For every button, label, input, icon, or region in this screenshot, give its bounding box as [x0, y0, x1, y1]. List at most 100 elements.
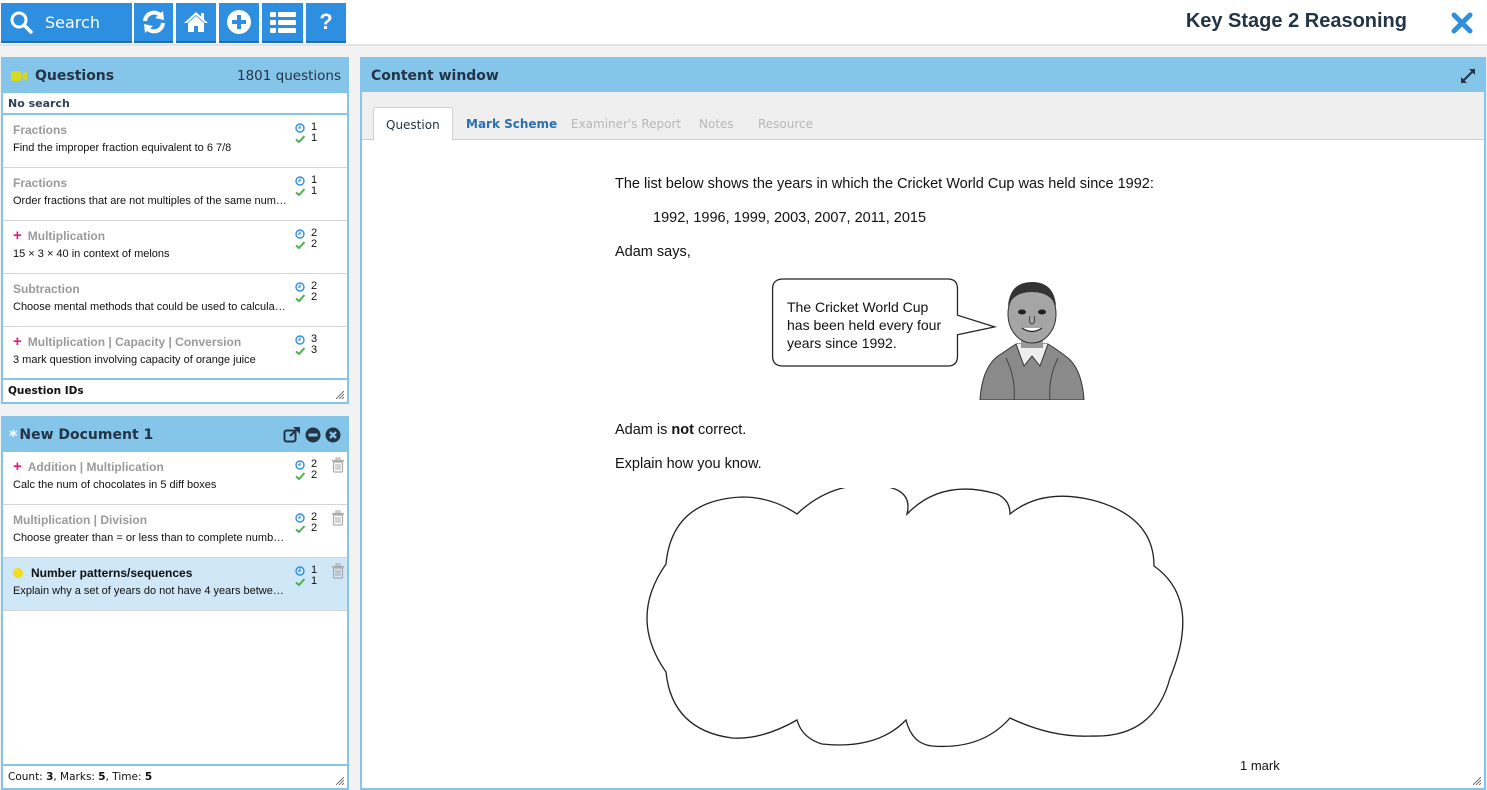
check-icon — [295, 187, 305, 196]
marks-value: 2 — [311, 469, 318, 481]
open-external-button[interactable] — [283, 427, 301, 443]
question-list-item[interactable]: Fractions Order fractions that are not mu… — [3, 168, 347, 221]
statement-text: Adam is — [615, 422, 672, 438]
statement-emphasis: not — [671, 422, 694, 438]
question-list-item[interactable]: Subtraction Choose mental methods that co… — [3, 274, 347, 327]
question-description: Choose mental methods that could be used… — [13, 301, 286, 313]
question-topic: Number patterns/sequences — [13, 566, 337, 580]
years-list: 1992, 1996, 1999, 2003, 2007, 2011, 2015 — [653, 210, 927, 226]
question-intro: The list below shows the years in which … — [615, 176, 1154, 192]
tab-examiners-report: Examiner's Report — [571, 117, 682, 131]
questions-count: 1801 questions — [236, 68, 341, 84]
close-button[interactable] — [1449, 10, 1475, 36]
question-meta: 22 — [295, 512, 317, 534]
expand-icon — [1461, 68, 1475, 83]
clock-icon — [295, 281, 305, 292]
search-button[interactable]: Search — [1, 3, 132, 43]
search-status: No search — [3, 93, 347, 115]
tab-resource: Resource — [758, 117, 814, 131]
list-button[interactable] — [262, 3, 303, 43]
check-icon — [295, 577, 305, 586]
topic-label: Addition | Multiplication — [27, 460, 164, 474]
topic-label: Multiplication — [27, 229, 106, 243]
question-list-item[interactable]: + Addition | Multiplication Calc the num o… — [3, 452, 347, 505]
resize-grip-icon[interactable] — [336, 777, 344, 785]
delete-button[interactable] — [331, 563, 345, 583]
question-list-item[interactable]: Number patterns/sequences Explain why a s… — [3, 558, 347, 611]
refresh-button[interactable] — [134, 3, 173, 43]
document-panel: * New Document 1 + Addition | Multiplicat… — [1, 416, 349, 790]
question-topic: + Multiplication — [13, 227, 337, 244]
question-topic: + Addition | Multiplication — [13, 458, 337, 475]
marks-value: 1 — [311, 132, 318, 144]
adam-statement: Adam is not correct. — [615, 422, 746, 438]
refresh-icon — [142, 10, 165, 34]
question-list-item[interactable]: Fractions Find the improper fraction equi… — [3, 115, 347, 168]
bubble-line: The Cricket World Cup — [787, 299, 929, 315]
home-button[interactable] — [176, 3, 216, 43]
check-icon — [295, 293, 305, 302]
delete-button[interactable] — [331, 510, 345, 530]
check-icon — [295, 240, 305, 249]
check-icon — [295, 134, 305, 143]
bubble-line: years since 1992. — [787, 335, 897, 351]
resize-grip-icon[interactable] — [336, 391, 344, 399]
topic-label: Fractions — [13, 176, 68, 190]
document-list[interactable]: + Addition | Multiplication Calc the num o… — [3, 452, 347, 752]
expand-button[interactable] — [1460, 68, 1476, 84]
question-description: Find the improper fraction equivalent to… — [13, 142, 232, 154]
topic-label: Multiplication | Capacity | Conversion — [27, 335, 242, 349]
plus-marker-icon: + — [13, 458, 22, 475]
minimize-button[interactable] — [305, 427, 321, 443]
question-description: 15 × 3 × 40 in context of melons — [13, 248, 170, 260]
questions-list[interactable]: Fractions Find the improper fraction equi… — [3, 115, 347, 377]
close-icon — [1451, 12, 1473, 34]
trash-icon — [332, 563, 344, 579]
question-list-item[interactable]: Multiplication | Division Choose greater … — [3, 505, 347, 558]
question-topic: Fractions — [13, 176, 337, 190]
topic-label: Fractions — [13, 123, 68, 137]
question-ids-label: Question IDs — [8, 385, 84, 397]
add-button[interactable] — [219, 3, 259, 43]
help-button[interactable]: ? — [306, 3, 346, 43]
marks-value: 1 — [311, 185, 318, 197]
plus-marker-icon: + — [13, 227, 22, 244]
app-title: Key Stage 2 Reasoning — [1185, 10, 1407, 32]
document-panel-header: * New Document 1 — [3, 418, 347, 452]
marks-value: 3 — [311, 344, 318, 356]
document-title: New Document 1 — [19, 427, 154, 443]
bubble-line: has been held every four — [787, 317, 942, 333]
check-icon — [295, 346, 305, 355]
question-topic: + Multiplication | Capacity | Conversion — [13, 333, 337, 350]
marks-label: , Marks: — [53, 771, 99, 783]
home-icon — [184, 12, 208, 32]
question-ids-footer: Question IDs — [3, 378, 347, 402]
close-document-button[interactable] — [325, 427, 341, 443]
answer-cloud[interactable] — [642, 488, 1212, 750]
boy-illustration — [979, 282, 1085, 400]
question-meta: 33 — [295, 334, 317, 356]
question-topic: Multiplication | Division — [13, 513, 337, 527]
question-meta: 11 — [295, 175, 317, 197]
topic-label: Number patterns/sequences — [31, 566, 193, 580]
question-prompt: Explain how you know. — [615, 456, 762, 472]
plus-marker-icon: + — [13, 333, 22, 350]
delete-button[interactable] — [331, 457, 345, 477]
question-meta: 22 — [295, 228, 317, 250]
question-list-item[interactable]: + Multiplication 15 × 3 × 40 in context of… — [3, 221, 347, 274]
top-toolbar: Search ? Key Stage 2 Reasoning — [0, 0, 1487, 46]
tab-question[interactable]: Question — [373, 107, 453, 141]
check-icon — [295, 524, 305, 533]
content-window-title: Content window — [371, 67, 499, 84]
question-description: 3 mark question involving capacity of or… — [13, 354, 256, 366]
search-icon — [10, 11, 33, 34]
question-topic: Subtraction — [13, 282, 337, 296]
tab-mark-scheme[interactable]: Mark Scheme — [454, 107, 569, 141]
resize-grip-icon[interactable] — [1473, 777, 1481, 785]
time-label: , Time: — [105, 771, 145, 783]
question-list-item[interactable]: + Multiplication | Capacity | Conversion 3… — [3, 327, 347, 377]
questions-title: Questions — [35, 68, 115, 84]
search-label: Search — [45, 12, 100, 32]
question-description: Order fractions that are not multiples o… — [13, 195, 287, 207]
question-description: Explain why a set of years do not have 4… — [13, 585, 288, 597]
